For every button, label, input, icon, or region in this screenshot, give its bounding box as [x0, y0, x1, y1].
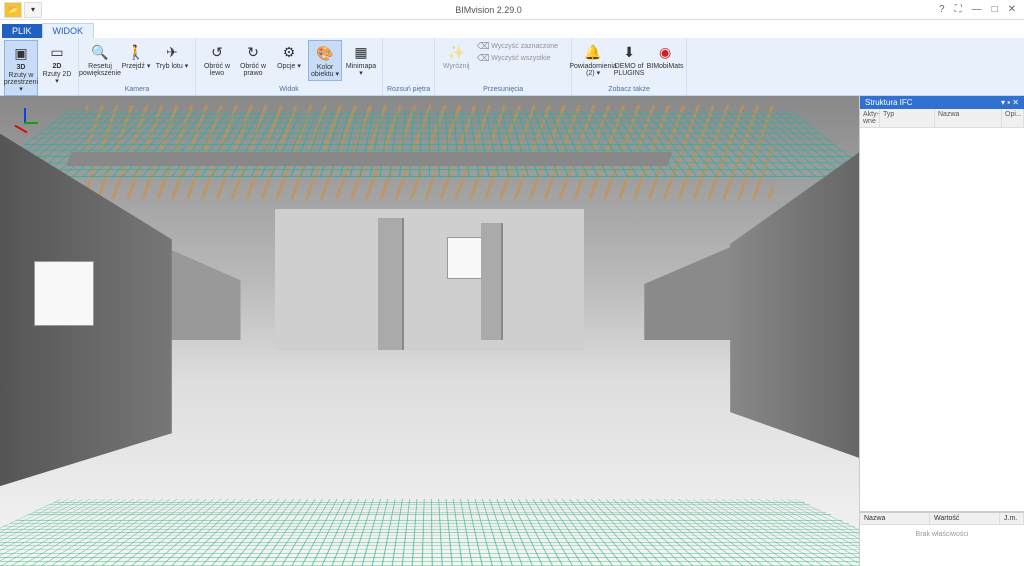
minimize-button[interactable]: —	[972, 4, 982, 15]
bimobimats-button[interactable]: ◉ BIMobiMats	[648, 40, 682, 72]
fly-mode-button[interactable]: ✈ Tryb lotu ▾	[155, 40, 189, 72]
axis-gizmo	[12, 108, 40, 136]
main-area: Struktura IFC ▾ ▪ ✕ Akty- wne Typ Nazwa …	[0, 96, 1024, 566]
window-title: BIMvision 2.29.0	[46, 5, 931, 15]
tree-columns-header: Akty- wne Typ Nazwa Opi...	[860, 109, 1024, 128]
col-type[interactable]: Typ	[880, 109, 935, 127]
options-button[interactable]: ⚙ Opcje ▾	[272, 40, 306, 72]
cube-3d-icon: ▣	[11, 43, 31, 63]
open-file-icon[interactable]: 📂	[4, 2, 22, 18]
notifications-button[interactable]: 🔔 Powiadomienia (2) ▾	[576, 40, 610, 79]
model-scene	[0, 96, 859, 566]
object-color-button[interactable]: 🎨 Kolor obiektu ▾	[308, 40, 342, 81]
prop-col-unit[interactable]: J.m.	[1000, 513, 1024, 524]
ribbon-group-przesuniecia: ✨ Wyróżnij ⌫ Wyczyść zaznaczone ⌫ Wyczyś…	[435, 38, 572, 95]
close-button[interactable]: ✕	[1008, 4, 1016, 15]
ribbon-group-rozsun: Rozsuń piętra	[383, 38, 435, 95]
properties-columns: Nazwa Wartość J.m.	[860, 513, 1024, 525]
walk-button[interactable]: 🚶 Przejdź ▾	[119, 40, 153, 72]
view-2d-button[interactable]: ▭ 2D Rzuty 2D ▾	[40, 40, 74, 87]
rotate-left-icon: ↺	[207, 42, 227, 62]
airplane-icon: ✈	[162, 42, 182, 62]
col-name[interactable]: Nazwa	[935, 109, 1002, 127]
ribbon: ▣ 3D Rzuty w przestrzeni ▾ ▭ 2D Rzuty 2D…	[0, 38, 1024, 96]
highlight-icon: ✨	[446, 42, 466, 62]
plane-2d-icon: ▭	[47, 42, 67, 62]
fullscreen-button[interactable]: ⛶	[955, 4, 962, 15]
ifc-tree[interactable]	[860, 128, 1024, 511]
panel-controls: ▾ ▪ ✕	[1001, 98, 1019, 107]
ribbon-group-typ: ▣ 3D Rzuty w przestrzeni ▾ ▭ 2D Rzuty 2D…	[0, 38, 79, 95]
ribbon-group-widok: ↺ Obróć w lewo ↻ Obróć w prawo ⚙ Opcje ▾…	[196, 38, 383, 95]
plugin-demo-icon: ⬇	[619, 42, 639, 62]
rotate-right-button[interactable]: ↻ Obróć w prawo	[236, 40, 270, 79]
ribbon-group-zobacz: 🔔 Powiadomienia (2) ▾ ⬇ DEMO of PLUGINS …	[572, 38, 687, 95]
prop-col-value[interactable]: Wartość	[930, 513, 1000, 524]
col-desc[interactable]: Opi...	[1002, 109, 1024, 127]
gear-icon: ⚙	[279, 42, 299, 62]
highlight-button[interactable]: ✨ Wyróżnij	[439, 40, 473, 72]
properties-empty-label: Brak właściwości	[860, 525, 1024, 544]
title-bar: 📂 ▾ BIMvision 2.29.0 ? ⛶ — □ ✕	[0, 0, 1024, 20]
ribbon-group-kamera: 🔍 Resetuj powiększenie 🚶 Przejdź ▾ ✈ Try…	[79, 38, 196, 95]
col-active[interactable]: Akty- wne	[860, 109, 880, 127]
maximize-button[interactable]: □	[992, 4, 998, 15]
tab-file[interactable]: PLIK	[2, 24, 42, 38]
bell-icon: 🔔	[583, 42, 603, 62]
minimap-icon: ▦	[351, 42, 371, 62]
panel-title-text: Struktura IFC	[865, 98, 913, 107]
help-button[interactable]: ?	[939, 4, 945, 15]
qat-dropdown-icon[interactable]: ▾	[24, 2, 42, 18]
view-3d-button[interactable]: ▣ 3D Rzuty w przestrzeni ▾	[4, 40, 38, 96]
ribbon-tabs: PLIK WIDOK	[0, 20, 1024, 38]
minimap-button[interactable]: ▦ Minimapa ▾	[344, 40, 378, 79]
rotate-right-icon: ↻	[243, 42, 263, 62]
properties-pane: Nazwa Wartość J.m. Brak właściwości	[860, 511, 1024, 566]
clear-all-button[interactable]: ⌫ Wyczyść wszystkie	[475, 52, 561, 64]
clear-selected-button[interactable]: ⌫ Wyczyść zaznaczone	[475, 40, 561, 52]
window-controls: ? ⛶ — □ ✕	[931, 4, 1024, 15]
quick-access-toolbar: 📂 ▾	[0, 2, 46, 18]
prop-col-name[interactable]: Nazwa	[860, 513, 930, 524]
magnifier-icon: 🔍	[90, 42, 110, 62]
ifc-structure-panel: Struktura IFC ▾ ▪ ✕ Akty- wne Typ Nazwa …	[859, 96, 1024, 566]
palette-icon: 🎨	[315, 43, 335, 63]
demo-plugins-button[interactable]: ⬇ DEMO of PLUGINS	[612, 40, 646, 79]
walk-icon: 🚶	[126, 42, 146, 62]
panel-title-bar[interactable]: Struktura IFC ▾ ▪ ✕	[860, 96, 1024, 109]
reset-zoom-button[interactable]: 🔍 Resetuj powiększenie	[83, 40, 117, 79]
viewport-3d[interactable]	[0, 96, 859, 566]
materials-icon: ◉	[655, 42, 675, 62]
rotate-left-button[interactable]: ↺ Obróć w lewo	[200, 40, 234, 79]
eraser-all-icon: ⌫	[478, 53, 488, 63]
tab-widok[interactable]: WIDOK	[42, 23, 95, 38]
eraser-icon: ⌫	[478, 41, 488, 51]
